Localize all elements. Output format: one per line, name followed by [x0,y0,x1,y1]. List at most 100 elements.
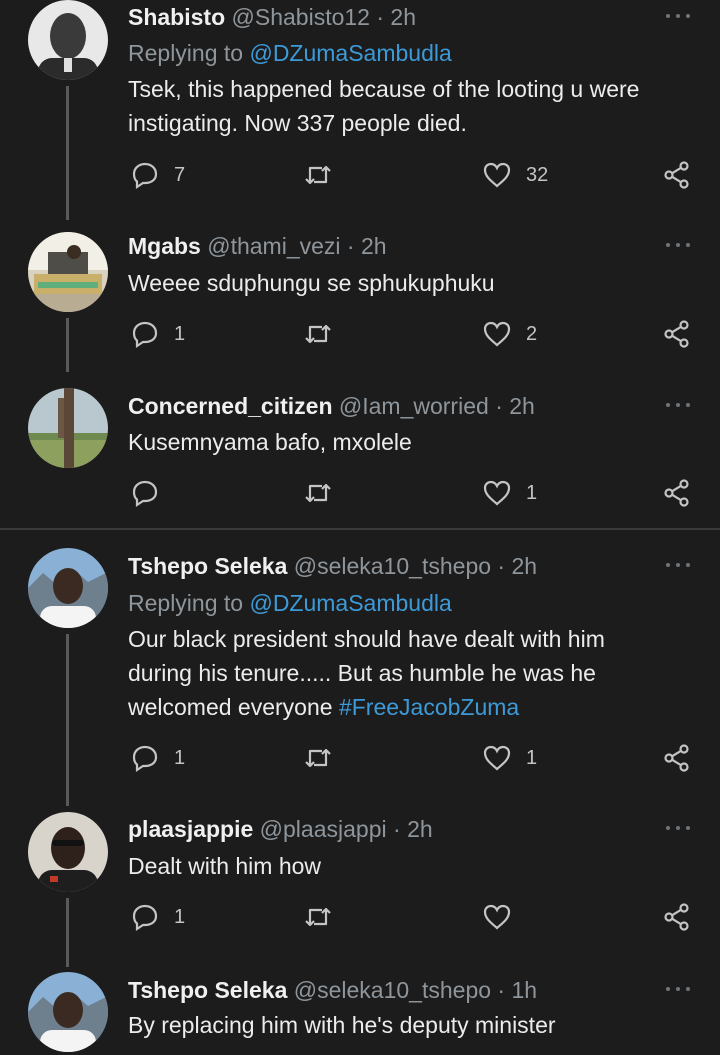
more-icon[interactable] [666,243,690,249]
avatar[interactable] [28,548,108,628]
reply-count: 1 [174,322,186,345]
timestamp[interactable]: 2h [361,233,387,259]
heart-icon [483,162,511,188]
tweet-header: plaasjappie @plaasjappi · 2h [128,812,433,846]
username[interactable]: @thami_vezi [207,233,340,259]
avatar[interactable] [28,232,108,312]
retweet-button[interactable] [303,478,347,508]
more-icon[interactable] [666,987,690,993]
timestamp[interactable]: 2h [511,553,537,579]
heart-icon [483,480,511,506]
tweet-actions: 1 1 [128,743,694,773]
replying-to: Replying to @DZumaSambudla [128,37,452,69]
share-button[interactable] [662,160,692,190]
tweet-header: Shabisto @Shabisto12 · 2h [128,0,416,34]
username[interactable]: @seleka10_tshepo [294,553,491,579]
separator-dot: · [495,393,503,419]
timestamp[interactable]: 1h [511,977,537,1003]
tweet-4[interactable]: Tshepo Seleka @seleka10_tshepo · 2h Repl… [0,548,720,806]
username[interactable]: @Shabisto12 [232,4,370,30]
hashtag-link[interactable]: #FreeJacobZuma [339,694,519,720]
separator-dot: · [497,553,506,579]
heart-icon [483,904,511,930]
display-name[interactable]: Concerned_citizen [128,393,333,419]
tweet-actions: 1 [128,902,694,932]
timestamp[interactable]: 2h [390,4,416,30]
retweet-button[interactable] [303,743,347,773]
replying-to-label: Replying to [128,590,244,616]
display-name[interactable]: plaasjappie [128,816,253,842]
avatar[interactable] [28,0,108,80]
reply-button[interactable]: 1 [130,319,185,349]
like-button[interactable]: 32 [482,160,548,190]
share-button[interactable] [662,902,692,932]
reply-button[interactable] [130,478,174,508]
reply-icon [132,162,158,190]
share-button[interactable] [662,478,692,508]
display-name[interactable]: Shabisto [128,4,225,30]
display-name[interactable]: Tshepo Seleka [128,553,287,579]
reply-button[interactable]: 1 [130,743,185,773]
tweet-3[interactable]: Concerned_citizen @Iam_worried · 2h Kuse… [0,388,720,520]
tweet-6[interactable]: Tshepo Seleka @seleka10_tshepo · 1h By r… [0,972,720,1055]
more-icon[interactable] [666,403,690,409]
username[interactable]: @plaasjappi [260,816,387,842]
display-name[interactable]: Tshepo Seleka [128,977,287,1003]
separator-dot: · [346,233,355,259]
like-button[interactable]: 2 [482,319,537,349]
retweet-icon [305,907,331,927]
reply-icon [132,480,158,508]
retweet-icon [305,748,331,768]
tweet-1[interactable]: Shabisto @Shabisto12 · 2h Replying to @D… [0,0,720,220]
retweet-button[interactable] [303,160,347,190]
retweet-button[interactable] [303,319,347,349]
like-button[interactable]: 1 [482,743,537,773]
reply-count: 1 [174,746,186,769]
reply-icon [132,321,158,349]
share-icon [664,744,689,772]
like-button[interactable]: 1 [482,478,537,508]
reply-icon [132,904,158,932]
more-icon[interactable] [666,14,690,20]
timestamp[interactable]: 2h [407,816,433,842]
tweet-text: By replacing him with he's deputy minist… [128,1008,688,1042]
display-name[interactable]: Mgabs [128,233,201,259]
share-button[interactable] [662,743,692,773]
tweet-2[interactable]: Mgabs @thami_vezi · 2h Weeee sduphungu s… [0,232,720,372]
tweet-text-line: welcomed everyone #FreeJacobZuma [128,690,688,724]
replying-to: Replying to @DZumaSambudla [128,587,452,619]
username[interactable]: @Iam_worried [339,393,489,419]
avatar[interactable] [28,388,108,468]
tweet-header: Tshepo Seleka @seleka10_tshepo · 1h [128,973,537,1007]
timestamp[interactable]: 2h [509,393,535,419]
conversation-divider [0,528,720,530]
tweet-5[interactable]: plaasjappie @plaasjappi · 2h Dealt with … [0,812,720,967]
retweet-button[interactable] [303,902,347,932]
reply-count: 1 [174,905,186,928]
separator-dot: · [497,977,506,1003]
tweet-text-line: Weeee sduphungu se sphukuphuku [128,270,495,296]
tweet-text-line: Kusemnyama bafo, mxolele [128,429,412,455]
reply-button[interactable]: 1 [130,902,185,932]
like-button[interactable] [482,902,526,932]
reply-icon [132,745,158,773]
tweet-text-line: Dealt with him how [128,853,322,879]
reply-button[interactable]: 7 [130,160,185,190]
more-icon[interactable] [666,826,690,832]
mention-link[interactable]: @DZumaSambudla [249,40,451,66]
avatar[interactable] [28,812,108,892]
thread-line [66,318,69,372]
tweet-actions: 7 32 [128,160,694,190]
share-button[interactable] [662,319,692,349]
username[interactable]: @seleka10_tshepo [294,977,491,1003]
tweet-header: Mgabs @thami_vezi · 2h [128,229,387,263]
thread-line [66,86,69,220]
tweet-text: Our black president should have dealt wi… [128,622,688,724]
tweet-text: Weeee sduphungu se sphukuphuku [128,266,688,300]
mention-link[interactable]: @DZumaSambudla [249,590,451,616]
more-icon[interactable] [666,563,690,569]
separator-dot: · [393,816,401,842]
avatar[interactable] [28,972,108,1052]
heart-icon [483,745,511,771]
tweet-header: Concerned_citizen @Iam_worried · 2h [128,389,535,423]
